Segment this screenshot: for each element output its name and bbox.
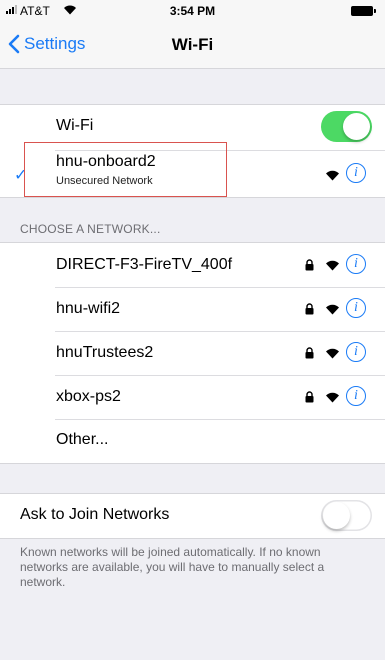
info-icon[interactable]: i: [346, 254, 366, 274]
info-icon[interactable]: i: [346, 342, 366, 362]
other-network-row[interactable]: Other...: [0, 419, 385, 463]
wifi-icon: [325, 168, 340, 186]
battery-icon: [351, 6, 376, 16]
page-title: Wi-Fi: [171, 35, 214, 54]
wifi-label: Wi-Fi: [56, 117, 94, 134]
network-name: hnuTrustees2: [56, 344, 154, 361]
info-icon[interactable]: i: [346, 298, 366, 318]
network-name: DIRECT-F3-FireTV_400f: [56, 256, 233, 273]
info-icon[interactable]: i: [346, 163, 366, 183]
lock-icon: [305, 390, 314, 408]
navigation-bar: Settings Wi-Fi: [0, 22, 385, 69]
ask-to-join-toggle[interactable]: [321, 500, 372, 531]
networks-group: DIRECT-F3-FireTV_400f i hnu-wifi2 i hnuT…: [0, 242, 385, 464]
ask-to-join-group: Ask to Join Networks: [0, 493, 385, 539]
other-network-label: Other...: [56, 431, 109, 448]
footer-text: Known networks will be joined automatica…: [20, 545, 325, 589]
wifi-icon: [325, 346, 340, 364]
status-bar: AT&T 3:54 PM: [0, 0, 385, 22]
network-name: xbox-ps2: [56, 388, 121, 405]
network-name: hnu-wifi2: [56, 300, 121, 317]
network-row[interactable]: hnuTrustees2 i: [0, 331, 385, 375]
clock: 3:54 PM: [169, 4, 216, 18]
info-icon[interactable]: i: [346, 386, 366, 406]
lock-icon: [305, 302, 314, 320]
wifi-icon: [325, 390, 340, 408]
wifi-icon: [325, 302, 340, 320]
wifi-toggle[interactable]: [321, 111, 372, 142]
highlight-box: [24, 142, 227, 197]
lock-icon: [305, 258, 314, 276]
ask-to-join-row: Ask to Join Networks: [0, 494, 385, 538]
network-row[interactable]: xbox-ps2 i: [0, 375, 385, 419]
ask-to-join-label: Ask to Join Networks: [20, 506, 170, 523]
wifi-icon: [325, 258, 340, 276]
network-row[interactable]: hnu-wifi2 i: [0, 287, 385, 331]
section-header: CHOOSE A NETWORK...: [20, 222, 161, 236]
network-row[interactable]: DIRECT-F3-FireTV_400f i: [0, 243, 385, 287]
lock-icon: [305, 346, 314, 364]
